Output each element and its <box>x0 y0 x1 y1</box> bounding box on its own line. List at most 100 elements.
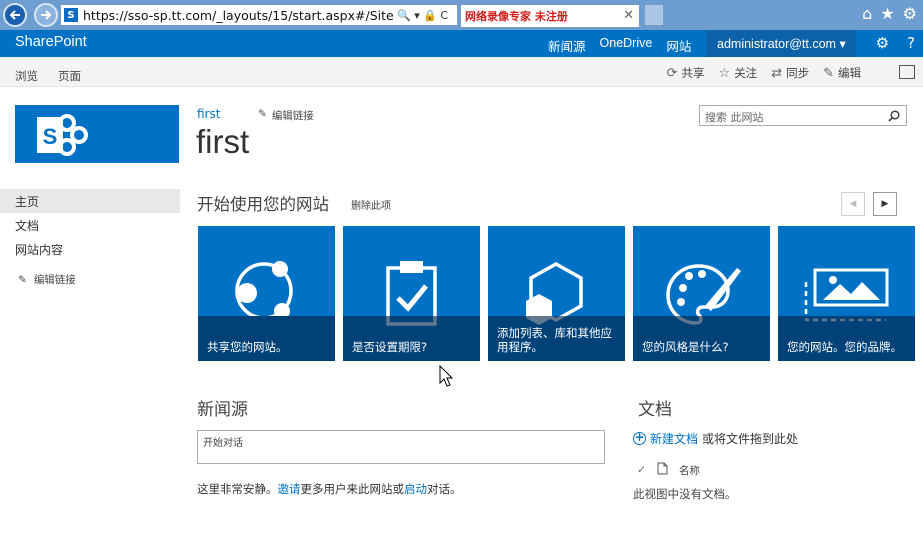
column-name-header[interactable]: 名称 <box>679 463 700 478</box>
pencil-icon: ✎ <box>258 108 267 120</box>
newsfeed-title: 新闻源 <box>197 400 248 420</box>
picture-icon <box>804 268 889 322</box>
tile-caption: 添加列表、库和其他应用程序。 <box>497 326 612 354</box>
tile-band <box>343 316 480 361</box>
newsfeed-message: 这里非常安静。邀请更多用户来此网站或启动对话。 <box>197 481 462 497</box>
address-bar[interactable]: S https://sso-sp.tt.com/_layouts/15/star… <box>60 4 458 26</box>
tile-add-apps[interactable]: 添加列表、库和其他应用程序。 <box>488 226 625 361</box>
suite-icons: ⚙ ? <box>876 34 915 52</box>
address-url[interactable]: https://sso-sp.tt.com/_layouts/15/start.… <box>83 8 393 23</box>
chevron-left-icon: ◀ <box>849 199 857 209</box>
edit-button[interactable]: ✎ 编辑 <box>823 65 861 81</box>
tile-caption: 是否设置期限? <box>352 340 428 354</box>
tile-band <box>778 316 915 361</box>
forward-button[interactable] <box>34 3 58 27</box>
suite-link-sites[interactable]: 网站 <box>666 36 691 55</box>
site-logo[interactable]: S <box>15 105 179 163</box>
ribbon: 浏览 页面 ⟳ 共享 ☆ 关注 ⇄ 同步 ✎ 编辑 <box>0 57 923 87</box>
newsfeed-msg-middle: 更多用户来此网站或 <box>300 482 405 496</box>
documents-list-header: ✓ 名称 <box>637 462 700 478</box>
back-arrow-icon <box>9 10 20 20</box>
tile-deadline[interactable]: 是否设置期限? <box>343 226 480 361</box>
follow-button[interactable]: ☆ 关注 <box>719 65 758 81</box>
ribbon-tabs: 浏览 页面 <box>15 68 81 84</box>
documents-title: 文档 <box>638 400 672 420</box>
ribbon-tab-browse[interactable]: 浏览 <box>15 68 38 84</box>
nav-item-site-contents[interactable]: 网站内容 <box>0 237 180 261</box>
edit-links-top[interactable]: ✎ 编辑链接 <box>258 108 314 123</box>
tiles-next-button[interactable]: ▶ <box>873 192 897 216</box>
start-conversation-link[interactable]: 启动 <box>404 482 427 496</box>
mouse-cursor-icon <box>439 365 453 387</box>
forward-arrow-icon <box>41 10 52 20</box>
svg-text:S: S <box>43 124 58 149</box>
page-title: first <box>196 123 250 160</box>
new-document-row: + 新建文档 或将文件拖到此处 <box>633 430 798 447</box>
nav-item-documents[interactable]: 文档 <box>0 213 180 237</box>
tile-caption: 共享您的网站。 <box>207 340 288 354</box>
suite-link-onedrive[interactable]: OneDrive <box>600 36 653 55</box>
select-all-check-icon[interactable]: ✓ <box>637 464 657 476</box>
sync-label: 同步 <box>786 66 810 80</box>
clipboard-check-icon <box>386 261 437 326</box>
edit-icon: ✎ <box>823 65 834 81</box>
get-started-tiles: 共享您的网站。 是否设置期限? 添加列表、库和其他应用程序。 您的风格是什么? <box>198 226 923 361</box>
tile-band <box>198 316 335 361</box>
tile-brand[interactable]: 您的网站。您的品牌。 <box>778 226 915 361</box>
new-document-link[interactable]: 新建文档 <box>650 430 698 447</box>
sharepoint-logo-icon: S <box>37 114 88 156</box>
invite-link[interactable]: 邀请 <box>278 482 301 496</box>
palette-icon <box>666 264 741 325</box>
tile-caption: 您的网站。您的品牌。 <box>787 340 902 354</box>
ribbon-actions: ⟳ 共享 ☆ 关注 ⇄ 同步 ✎ 编辑 <box>667 65 861 81</box>
share-label: 共享 <box>681 66 705 80</box>
home-icon[interactable]: ⌂ <box>862 5 872 23</box>
newsfeed-msg-after: 对话。 <box>427 482 462 496</box>
focus-on-content-icon[interactable] <box>899 65 915 79</box>
nav-item-home[interactable]: 主页 <box>0 189 180 213</box>
ribbon-tab-page[interactable]: 页面 <box>58 68 81 84</box>
tile-share[interactable]: 共享您的网站。 <box>198 226 335 361</box>
sync-button[interactable]: ⇄ 同步 <box>771 65 809 81</box>
search-input[interactable] <box>700 108 880 127</box>
suite-links: 新闻源 OneDrive 网站 <box>548 36 691 55</box>
remove-this-link[interactable]: 删除此项 <box>351 197 391 212</box>
tile-style[interactable]: 您的风格是什么? <box>633 226 770 361</box>
star-icon: ☆ <box>718 65 731 81</box>
chevron-right-icon: ▶ <box>881 199 889 209</box>
site-search[interactable] <box>699 105 907 127</box>
share-icon: ⟳ <box>666 65 678 81</box>
site-breadcrumb-link[interactable]: first <box>197 107 220 121</box>
nav-edit-links-label: 编辑链接 <box>33 274 76 286</box>
search-icon[interactable] <box>888 110 900 122</box>
recorder-watermark: 网络录像专家 未注册 <box>465 10 568 23</box>
pencil-icon: ✎ <box>18 273 27 286</box>
share-button[interactable]: ⟳ 共享 <box>667 65 705 81</box>
browser-tab[interactable]: 网络录像专家 未注册 ✕ <box>460 4 640 28</box>
edit-label: 编辑 <box>838 66 861 80</box>
get-started-title: 开始使用您的网站 <box>197 195 329 214</box>
nav-edit-links[interactable]: ✎ 编辑链接 <box>0 272 180 287</box>
favorites-star-icon[interactable]: ★ <box>880 5 894 23</box>
browser-toolbar: S https://sso-sp.tt.com/_layouts/15/star… <box>0 0 923 30</box>
sharepoint-brand[interactable]: SharePoint <box>15 34 87 50</box>
share-icon <box>235 261 293 316</box>
document-type-icon <box>657 462 679 478</box>
user-menu[interactable]: administrator@tt.com ▾ <box>706 30 856 57</box>
start-conversation-box[interactable] <box>197 430 605 464</box>
back-button[interactable] <box>3 3 27 27</box>
browser-right-icons: ⌂ ★ ⚙ <box>862 5 917 23</box>
conversation-input[interactable] <box>198 431 604 463</box>
plus-circle-icon[interactable]: + <box>633 431 646 445</box>
quick-launch: 主页 文档 网站内容 ✎ 编辑链接 <box>0 189 180 287</box>
help-icon[interactable]: ? <box>907 34 915 52</box>
settings-gear-icon[interactable]: ⚙ <box>876 34 889 52</box>
drag-files-text: 或将文件拖到此处 <box>702 432 799 446</box>
new-tab-button[interactable] <box>644 4 664 26</box>
tile-caption: 您的风格是什么? <box>642 340 729 354</box>
tools-gear-icon[interactable]: ⚙ <box>903 5 917 23</box>
suite-link-newsfeed[interactable]: 新闻源 <box>548 36 586 55</box>
tab-close-icon[interactable]: ✕ <box>623 8 634 23</box>
tiles-prev-button[interactable]: ◀ <box>841 192 865 216</box>
address-bar-icons[interactable]: 🔍 ▾ 🔒 C <box>397 9 448 22</box>
